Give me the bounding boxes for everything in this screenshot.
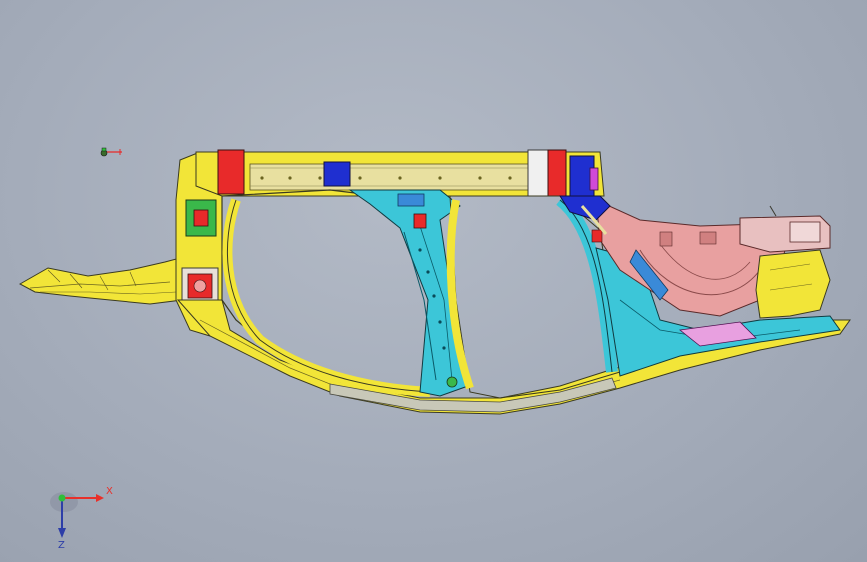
front-door-opening: [446, 195, 621, 399]
rear-quarter-extension: [18, 257, 183, 305]
roof-rail: [195, 149, 605, 197]
z-axis-label: Z: [58, 540, 65, 550]
fender-support: [755, 249, 831, 319]
hinge-pillar-box: [739, 205, 831, 253]
cad-viewport[interactable]: X Z: [0, 0, 867, 562]
x-axis-label: X: [106, 486, 113, 497]
z-axis-arrow-icon: [58, 528, 66, 538]
x-axis-arrow-icon: [96, 494, 104, 502]
y-axis-dot-icon: [58, 494, 66, 502]
axis-triad: X Z: [50, 486, 113, 550]
body-side-model[interactable]: [0, 0, 867, 562]
